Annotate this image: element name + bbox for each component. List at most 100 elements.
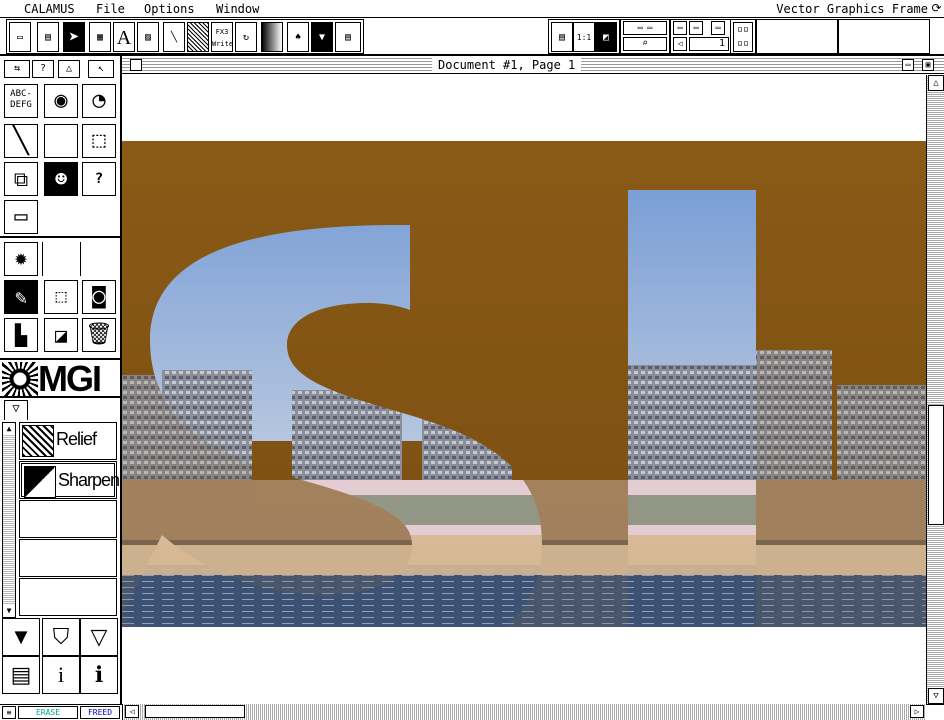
open-file-icon[interactable]: ▭ <box>9 22 31 52</box>
empty-tool-slot-a <box>42 242 76 276</box>
tool-panel: ⇆ ? △ ↖ ABC- DEFG ◉ ◔ ╲ ⬚ ⧉ ☻ ? ▭ ✹ ✎ ⬚ … <box>0 56 122 704</box>
line-tool-icon[interactable]: ╲ <box>163 22 185 52</box>
funnel-icon[interactable]: ▽ <box>80 618 118 656</box>
main-tool-group: ▭ ▤ ➤ ▦ A ▨ ╲ FX3 Write ↻ ♠ ▼ ▤ <box>6 19 364 54</box>
rotate-tool-icon[interactable]: ↻ <box>235 22 257 52</box>
mgi-logo: MGI <box>0 358 120 399</box>
empty-toolbar-slot-a <box>756 19 838 54</box>
module-switch-icon[interactable]: ⟳ <box>930 2 943 15</box>
close-box-icon[interactable] <box>130 59 142 71</box>
tab-link-icon[interactable]: ⇆ <box>4 60 30 78</box>
text-style-tool[interactable]: ABC- DEFG <box>4 84 38 118</box>
overlap-frames-icon[interactable]: ⧉ <box>4 162 38 196</box>
diagonal-line-icon[interactable]: ╲ <box>4 124 38 158</box>
relief-icon <box>22 425 54 457</box>
document-canvas[interactable] <box>122 75 926 700</box>
zoom-box-icon[interactable]: ▣ <box>922 59 934 71</box>
text-tool-icon[interactable]: A <box>113 22 135 52</box>
color-wheel-icon[interactable]: ◔ <box>82 84 116 118</box>
menu-options[interactable]: Options <box>144 2 195 16</box>
brush-tool-icon[interactable]: ♠ <box>287 22 309 52</box>
page-icon-c[interactable]: ▭ <box>711 21 725 35</box>
filter-item-sharpen[interactable]: Sharpen <box>19 461 120 499</box>
filter-item-relief[interactable]: Relief <box>19 422 117 460</box>
layer-box-icon[interactable]: ◪ <box>44 318 78 352</box>
vertical-scroll-thumb[interactable] <box>928 405 944 525</box>
starburst-icon[interactable]: ✹ <box>4 242 38 276</box>
page-icon-a[interactable]: ▭ <box>673 21 687 35</box>
page-grid-group: ▫▫ ▫▫ <box>730 19 756 54</box>
zoom-1to1-button[interactable]: 1:1 <box>573 22 595 52</box>
menu-file[interactable]: File <box>96 2 125 16</box>
tab-pointer-icon[interactable]: ↖ <box>88 60 114 78</box>
trash-icon[interactable]: 🗑 <box>82 318 116 352</box>
magnifier-icon[interactable]: ⌕ <box>623 37 667 51</box>
write-tool-button[interactable]: FX3 Write <box>211 22 233 52</box>
tab-help-icon[interactable]: ? <box>32 60 54 78</box>
palette-icon[interactable]: ◉ <box>44 84 78 118</box>
camera-icon[interactable]: ◙ <box>82 280 116 314</box>
scroll-right-arrow-icon[interactable]: ▷ <box>910 705 924 718</box>
raster-tool-icon[interactable] <box>187 22 209 52</box>
sharpen-icon <box>24 466 56 498</box>
pen-tool-icon[interactable]: ✎ <box>4 280 38 314</box>
horizontal-scrollbar[interactable]: ◁ ▷ <box>122 704 926 720</box>
horizontal-scroll-thumb[interactable] <box>145 705 245 718</box>
current-module-title: Vector Graphics Frame <box>776 2 928 16</box>
document-title: Document #1, Page 1 <box>432 58 582 72</box>
document-titlebar[interactable]: Document #1, Page 1 ▭ ▣ <box>122 56 944 74</box>
page-layout-icon[interactable]: ▤ <box>551 22 573 52</box>
filter-info-icon[interactable]: ℹ <box>80 656 118 694</box>
menu-window[interactable]: Window <box>216 2 259 16</box>
filter-apply-icon[interactable]: ⛉ <box>42 618 80 656</box>
scroll-up-icon[interactable]: ▲ <box>3 423 15 435</box>
filter-list-icon[interactable]: ▼ <box>2 618 40 656</box>
scroll-down-arrow-icon[interactable]: ▽ <box>928 688 944 704</box>
funnel-filter-icon[interactable]: ▼ <box>311 22 333 52</box>
grid-tool-icon[interactable]: ▦ <box>89 22 111 52</box>
gradient-tool-icon[interactable] <box>261 22 283 52</box>
menu-calamus[interactable]: CALAMUS <box>24 2 75 16</box>
menu-bar: CALAMUS File Options Window Vector Graph… <box>0 0 944 18</box>
tab-triangle-icon[interactable]: △ <box>58 60 80 78</box>
view-mode-icon[interactable]: ▭ ▭ <box>623 21 667 35</box>
document-window: Document #1, Page 1 ▭ ▣ △ ▽ <box>122 56 944 704</box>
scroll-down-icon[interactable]: ▼ <box>3 605 15 617</box>
filter-scrollbar[interactable]: ▲ ▼ <box>2 422 16 618</box>
filter-item-empty[interactable] <box>19 539 117 577</box>
filter-label: Sharpen <box>58 470 120 490</box>
pointer-tool-icon[interactable]: ➤ <box>63 22 85 52</box>
filter-tab-funnel-icon[interactable]: ▽ <box>4 400 28 420</box>
fill-pattern-icon[interactable] <box>44 124 78 158</box>
prev-page-icon[interactable]: ◁ <box>673 37 687 51</box>
page-tool-group: ▤ 1:1 ◩ <box>548 19 620 54</box>
artwork-svg <box>122 75 926 700</box>
status-menu-icon[interactable]: ≡ <box>2 706 16 719</box>
filter-item-empty[interactable] <box>19 578 117 616</box>
page-icon-b[interactable]: ▭ <box>689 21 703 35</box>
clipboard-icon[interactable]: ▤ <box>37 22 59 52</box>
zoom-fit-icon[interactable]: ◩ <box>595 22 617 52</box>
frame-text-icon[interactable]: ▨ <box>137 22 159 52</box>
layout-options-icon[interactable]: ▤ <box>335 22 361 52</box>
mask-icon[interactable]: ☻ <box>44 162 78 196</box>
mgi-burst-icon <box>2 362 38 396</box>
shadow-box-icon[interactable]: ▙ <box>4 318 38 352</box>
panel-tabs: ⇆ ? △ ↖ <box>0 60 120 78</box>
view-tool-group: ▭ ▭ ⌕ <box>620 19 670 54</box>
select-area-icon[interactable]: ⬚ <box>44 280 78 314</box>
scroll-left-arrow-icon[interactable]: ◁ <box>125 705 139 718</box>
erase-status: ERASE <box>18 706 78 719</box>
full-size-icon[interactable]: ▭ <box>902 59 914 71</box>
page-grid-icon[interactable]: ▫▫ ▫▫ <box>733 22 753 52</box>
page-number-field[interactable]: 1 <box>689 37 729 51</box>
save-filter-icon[interactable]: ▤ <box>2 656 40 694</box>
scroll-up-arrow-icon[interactable]: △ <box>928 75 944 91</box>
info-button[interactable]: i <box>42 656 80 694</box>
dotted-frame-icon[interactable]: ⬚ <box>82 124 116 158</box>
monitor-icon[interactable]: ▭ <box>4 200 38 234</box>
vertical-scrollbar[interactable]: △ ▽ <box>926 75 944 704</box>
beach-strip <box>122 545 926 575</box>
help-tool-button[interactable]: ? <box>82 162 116 196</box>
filter-item-empty[interactable] <box>19 500 117 538</box>
